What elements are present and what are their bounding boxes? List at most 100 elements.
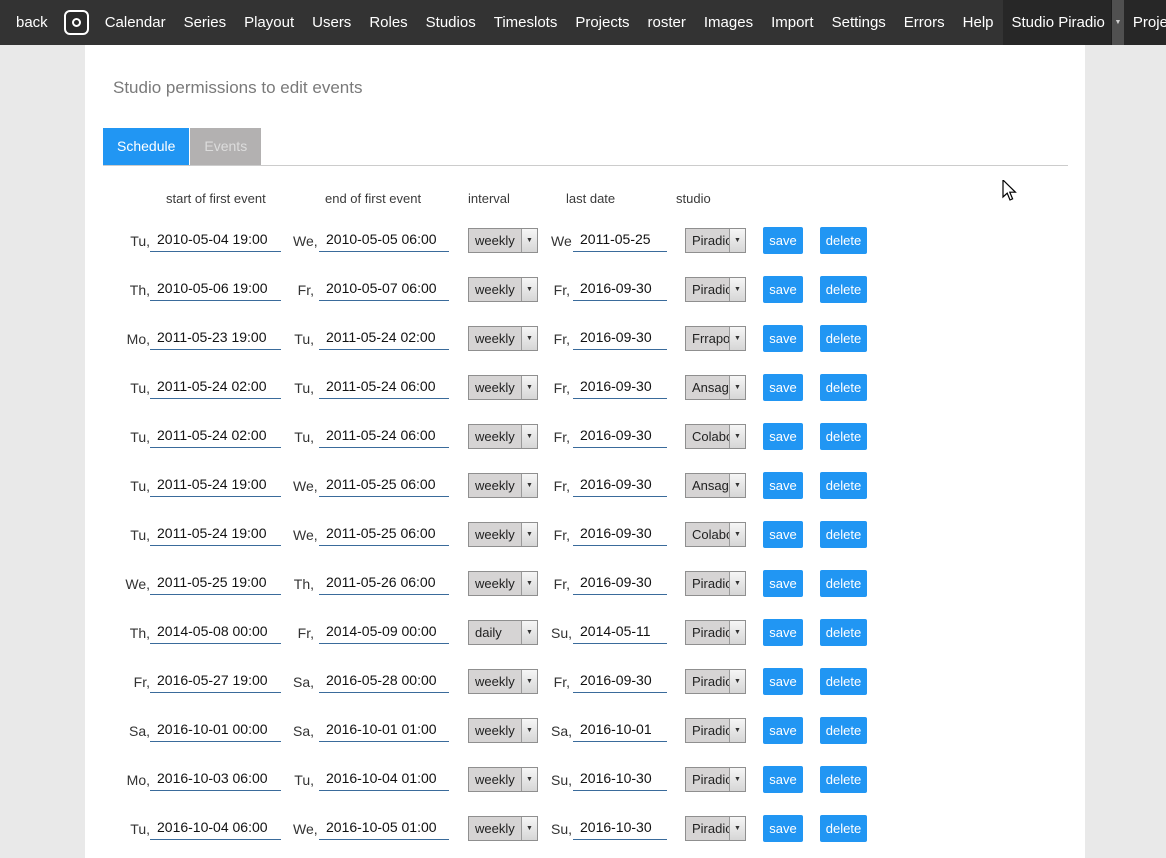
interval-select[interactable]: weekly ▼ <box>468 767 538 792</box>
save-button[interactable]: save <box>763 227 803 254</box>
nav-item-errors[interactable]: Errors <box>895 14 954 31</box>
end-input[interactable] <box>319 426 449 448</box>
save-button[interactable]: save <box>763 717 803 744</box>
delete-button[interactable]: delete <box>820 276 867 303</box>
last-date-input[interactable] <box>573 671 667 693</box>
last-date-input[interactable] <box>573 328 667 350</box>
delete-button[interactable]: delete <box>820 668 867 695</box>
start-input[interactable] <box>150 279 281 301</box>
nav-item-playout[interactable]: Playout <box>235 14 303 31</box>
save-button[interactable]: save <box>763 521 803 548</box>
tab-events[interactable]: Events <box>190 128 261 165</box>
last-date-input[interactable] <box>573 230 667 252</box>
studio-select[interactable]: Ansage ▼ <box>685 473 746 498</box>
nav-item-studios[interactable]: Studios <box>417 14 485 31</box>
nav-item-users[interactable]: Users <box>303 14 360 31</box>
save-button[interactable]: save <box>763 472 803 499</box>
start-input[interactable] <box>150 769 281 791</box>
start-input[interactable] <box>150 720 281 742</box>
studio-select[interactable]: Piradio ▼ <box>685 571 746 596</box>
end-input[interactable] <box>319 622 449 644</box>
nav-item-images[interactable]: Images <box>695 14 762 31</box>
studio-select[interactable]: Piradio ▼ <box>685 767 746 792</box>
last-date-input[interactable] <box>573 475 667 497</box>
end-input[interactable] <box>319 818 449 840</box>
interval-select[interactable]: weekly ▼ <box>468 571 538 596</box>
end-input[interactable] <box>319 328 449 350</box>
tab-schedule[interactable]: Schedule <box>103 128 189 165</box>
project-context-select[interactable]: Project 88vier ▼ <box>1124 0 1166 45</box>
save-button[interactable]: save <box>763 276 803 303</box>
start-input[interactable] <box>150 426 281 448</box>
start-input[interactable] <box>150 230 281 252</box>
start-input[interactable] <box>150 818 281 840</box>
start-input[interactable] <box>150 671 281 693</box>
end-input[interactable] <box>319 230 449 252</box>
end-input[interactable] <box>319 524 449 546</box>
interval-select[interactable]: weekly ▼ <box>468 669 538 694</box>
studio-select[interactable]: Colabo ▼ <box>685 424 746 449</box>
start-input[interactable] <box>150 622 281 644</box>
save-button[interactable]: save <box>763 668 803 695</box>
nav-item-roles[interactable]: Roles <box>360 14 416 31</box>
studio-select[interactable]: Ansage ▼ <box>685 375 746 400</box>
delete-button[interactable]: delete <box>820 472 867 499</box>
end-input[interactable] <box>319 573 449 595</box>
interval-select[interactable]: weekly ▼ <box>468 326 538 351</box>
interval-select[interactable]: weekly ▼ <box>468 473 538 498</box>
studio-select[interactable]: Piradio ▼ <box>685 816 746 841</box>
delete-button[interactable]: delete <box>820 815 867 842</box>
save-button[interactable]: save <box>763 374 803 401</box>
end-input[interactable] <box>319 279 449 301</box>
nav-item-roster[interactable]: roster <box>639 14 695 31</box>
nav-item-settings[interactable]: Settings <box>823 14 895 31</box>
save-button[interactable]: save <box>763 815 803 842</box>
last-date-input[interactable] <box>573 426 667 448</box>
studio-context-select[interactable]: Studio Piradio ▼ <box>1003 0 1124 45</box>
save-button[interactable]: save <box>763 619 803 646</box>
delete-button[interactable]: delete <box>820 521 867 548</box>
last-date-input[interactable] <box>573 622 667 644</box>
delete-button[interactable]: delete <box>820 570 867 597</box>
nav-item-help[interactable]: Help <box>954 14 1003 31</box>
delete-button[interactable]: delete <box>820 766 867 793</box>
start-input[interactable] <box>150 475 281 497</box>
end-input[interactable] <box>319 475 449 497</box>
interval-select[interactable]: weekly ▼ <box>468 816 538 841</box>
delete-button[interactable]: delete <box>820 717 867 744</box>
end-input[interactable] <box>319 377 449 399</box>
interval-select[interactable]: weekly ▼ <box>468 277 538 302</box>
delete-button[interactable]: delete <box>820 619 867 646</box>
nav-item-projects[interactable]: Projects <box>566 14 638 31</box>
studio-select[interactable]: Piradio ▼ <box>685 228 746 253</box>
nav-item-import[interactable]: Import <box>762 14 823 31</box>
start-input[interactable] <box>150 328 281 350</box>
last-date-input[interactable] <box>573 377 667 399</box>
interval-select[interactable]: weekly ▼ <box>468 424 538 449</box>
nav-item-timeslots[interactable]: Timeslots <box>485 14 567 31</box>
save-button[interactable]: save <box>763 325 803 352</box>
studio-select[interactable]: Colabo ▼ <box>685 522 746 547</box>
nav-item-series[interactable]: Series <box>175 14 236 31</box>
studio-select[interactable]: Piradio ▼ <box>685 620 746 645</box>
delete-button[interactable]: delete <box>820 227 867 254</box>
last-date-input[interactable] <box>573 769 667 791</box>
end-input[interactable] <box>319 769 449 791</box>
nav-item-calendar[interactable]: Calendar <box>96 14 175 31</box>
end-input[interactable] <box>319 671 449 693</box>
start-input[interactable] <box>150 573 281 595</box>
end-input[interactable] <box>319 720 449 742</box>
last-date-input[interactable] <box>573 720 667 742</box>
nav-item-back[interactable]: back <box>0 14 57 31</box>
last-date-input[interactable] <box>573 818 667 840</box>
start-input[interactable] <box>150 524 281 546</box>
logo-icon[interactable] <box>64 10 89 35</box>
last-date-input[interactable] <box>573 524 667 546</box>
save-button[interactable]: save <box>763 766 803 793</box>
interval-select[interactable]: weekly ▼ <box>468 228 538 253</box>
interval-select[interactable]: weekly ▼ <box>468 718 538 743</box>
delete-button[interactable]: delete <box>820 374 867 401</box>
studio-select[interactable]: Piradio ▼ <box>685 718 746 743</box>
interval-select[interactable]: weekly ▼ <box>468 522 538 547</box>
start-input[interactable] <box>150 377 281 399</box>
